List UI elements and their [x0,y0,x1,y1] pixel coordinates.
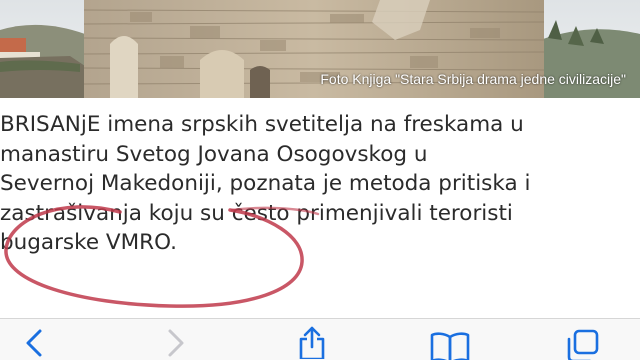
article-line: Severnoj Makedoniji, poznata je metoda p… [0,171,531,196]
tabs-button[interactable] [566,329,606,360]
article-photo: Foto Knjiga "Stara Srbija drama jedne ci… [0,0,640,98]
article-line: zastrašivanja koju su često primenjivali… [0,200,513,226]
chevron-right-icon [168,329,184,357]
article-body: BRISANjE imena srpskih svetitelja na fre… [0,100,640,258]
tabs-icon [567,329,599,360]
browser-toolbar [0,318,640,360]
book-icon [430,332,470,360]
article-line: BRISANjE imena srpskih svetitelja na fre… [0,112,524,137]
article-line: bugarske VMRO. [0,230,177,255]
bookmarks-button[interactable] [430,331,470,360]
photo-caption: Foto Knjiga "Stara Srbija drama jedne ci… [320,71,626,87]
page: Foto Knjiga "Stara Srbija drama jedne ci… [0,0,640,360]
article-paragraph: BRISANjE imena srpskih svetitelja na fre… [0,110,640,258]
share-button[interactable] [296,325,336,360]
forward-button[interactable] [158,327,198,360]
article-line: manastiru Svetog Jovana Osogovskog u [0,141,428,167]
back-button[interactable] [20,327,60,360]
chevron-left-icon [26,329,42,357]
share-icon [299,326,325,359]
